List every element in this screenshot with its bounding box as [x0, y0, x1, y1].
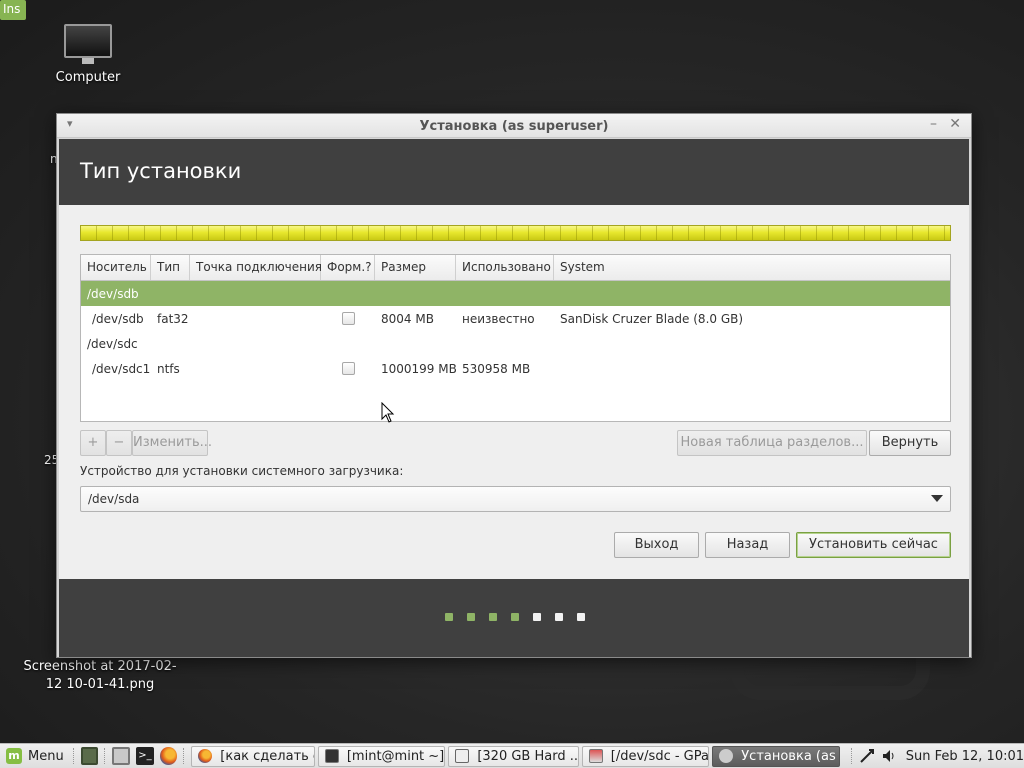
column-header-size[interactable]: Размер — [375, 255, 456, 280]
disk-usage-bar — [80, 225, 951, 241]
table-row[interactable]: /dev/sdc1 ntfs 1000199 MB 530958 MB — [81, 356, 950, 381]
cell-used: неизвестно — [462, 311, 535, 326]
taskbar-item[interactable]: [320 GB Hard ... — [448, 745, 579, 767]
page-content: Носитель Тип Точка подключения Форм.? Ра… — [59, 205, 969, 579]
taskbar-item[interactable]: [mint@mint ~] — [317, 745, 446, 767]
cell-format — [321, 362, 375, 375]
step-dot — [577, 613, 585, 621]
installer-icon — [719, 749, 734, 763]
step-dot — [555, 613, 563, 621]
start-menu-label: Menu — [28, 748, 64, 764]
taskbar-item-active[interactable]: Установка (as ... — [712, 745, 840, 767]
step-dot — [511, 613, 519, 621]
column-header-type[interactable]: Тип — [151, 255, 190, 280]
back-button[interactable]: Назад — [705, 532, 790, 558]
cell-type: fat32 — [157, 311, 189, 326]
taskbar-item-label: Установка (as ... — [741, 748, 838, 764]
window-title: Установка (as superuser) — [419, 119, 609, 134]
show-desktop-icon[interactable] — [80, 747, 99, 765]
table-row[interactable]: /dev/sdb fat32 8004 MB неизвестно SanDis… — [81, 306, 950, 331]
partition-table-header: Носитель Тип Точка подключения Форм.? Ра… — [81, 255, 950, 281]
close-icon[interactable]: ✕ — [949, 116, 961, 132]
taskbar-item[interactable]: [/dev/sdc - GPa... — [581, 745, 710, 767]
taskbar: m Menu >_ [как сделать с... [mint@mint ~… — [0, 743, 1024, 768]
mouse-pointer-icon — [381, 402, 395, 423]
step-dot — [445, 613, 453, 621]
gparted-icon — [588, 749, 603, 763]
install-now-button[interactable]: Установить сейчас — [796, 532, 951, 558]
cell-size: 1000199 MB — [381, 361, 456, 376]
step-dot — [489, 613, 497, 621]
change-partition-button[interactable]: Изменить... — [132, 430, 212, 456]
firefox-icon — [198, 749, 213, 763]
desktop-screenshot-file[interactable]: Screenshot at 2017-02- 12 10-01-41.png — [20, 658, 180, 694]
taskbar-item-label: [как сделать с... — [220, 748, 314, 764]
firefox-icon[interactable] — [159, 747, 178, 765]
mint-logo-icon: m — [6, 748, 22, 764]
cell-type: ntfs — [157, 361, 180, 376]
add-partition-button[interactable]: + — [80, 430, 106, 456]
separator — [72, 748, 75, 764]
column-header-mount[interactable]: Точка подключения — [190, 255, 322, 280]
cell-device: /dev/sdb — [92, 311, 144, 326]
taskbar-item-label: [mint@mint ~] — [346, 748, 445, 764]
clock[interactable]: Sun Feb 12, 10:01 — [906, 749, 1024, 764]
column-header-system[interactable]: System — [554, 255, 950, 280]
taskbar-item[interactable]: [как сделать с... — [191, 745, 315, 767]
desktop-install-icon-partial[interactable]: Ins — [0, 0, 26, 20]
table-row[interactable]: /dev/sdc — [81, 331, 950, 356]
separator — [183, 748, 185, 764]
disk-icon — [455, 749, 470, 763]
cell-device: /dev/sdb — [87, 286, 139, 301]
column-header-used[interactable]: Использовано — [456, 255, 554, 280]
cell-used: 530958 MB — [462, 361, 531, 376]
file-manager-icon[interactable] — [112, 747, 131, 765]
separator — [104, 748, 106, 764]
cell-size: 8004 MB — [381, 311, 434, 326]
step-progress-dots — [445, 613, 585, 621]
monitor-icon — [64, 24, 112, 64]
page-header: Тип установки — [59, 139, 969, 205]
minimize-icon[interactable]: – — [930, 116, 937, 132]
format-checkbox[interactable] — [341, 362, 355, 375]
network-icon[interactable] — [859, 748, 875, 764]
terminal-icon[interactable]: >_ — [136, 747, 154, 765]
terminal-icon — [324, 749, 339, 763]
separator — [850, 748, 853, 764]
cell-device: /dev/sdc — [87, 336, 138, 351]
revert-button[interactable]: Вернуть — [869, 430, 951, 456]
bootloader-device-value: /dev/sda — [88, 492, 140, 506]
step-dot — [467, 613, 475, 621]
column-header-device[interactable]: Носитель — [81, 255, 151, 280]
system-tray: Sun Feb 12, 10:01 — [848, 748, 1024, 764]
taskbar-item-label: [320 GB Hard ... — [477, 748, 579, 764]
page-title: Тип установки — [80, 159, 242, 183]
cell-format — [321, 312, 375, 325]
installer-window: ▾ Установка (as superuser) – ✕ Тип устан… — [56, 113, 972, 658]
dropdown-arrow-icon — [931, 495, 943, 502]
remove-partition-button[interactable]: − — [106, 430, 132, 456]
desktop-computer-icon[interactable]: Computer — [40, 24, 136, 85]
bootloader-label: Устройство для установки системного загр… — [80, 464, 404, 478]
start-menu-button[interactable]: m Menu — [0, 744, 70, 768]
cell-device: /dev/sdc1 — [92, 361, 151, 376]
screenshot-label-line1: Screenshot at 2017-02- — [23, 659, 177, 674]
table-row[interactable]: /dev/sdb — [81, 281, 950, 306]
volume-icon[interactable] — [881, 748, 897, 764]
column-header-format[interactable]: Форм.? — [321, 255, 375, 280]
partition-table[interactable]: Носитель Тип Точка подключения Форм.? Ра… — [80, 254, 951, 422]
step-footer — [59, 579, 969, 657]
quit-button[interactable]: Выход — [614, 532, 699, 558]
format-checkbox[interactable] — [341, 312, 355, 325]
window-titlebar[interactable]: ▾ Установка (as superuser) – ✕ — [57, 114, 971, 138]
screenshot-label-line2: 12 10-01-41.png — [45, 677, 155, 692]
desktop-computer-label: Computer — [55, 70, 121, 85]
new-partition-table-button[interactable]: Новая таблица разделов... — [677, 430, 867, 456]
step-dot — [533, 613, 541, 621]
bootloader-device-select[interactable]: /dev/sda — [80, 486, 951, 512]
cell-system: SanDisk Cruzer Blade (8.0 GB) — [560, 311, 744, 326]
taskbar-item-label: [/dev/sdc - GPa... — [610, 748, 709, 764]
